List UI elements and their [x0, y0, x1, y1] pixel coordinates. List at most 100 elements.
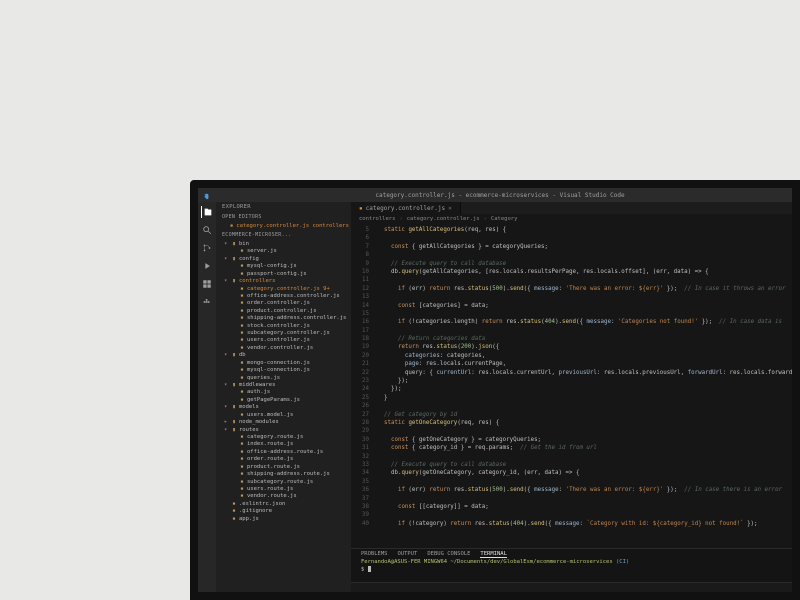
code-line[interactable]: [377, 251, 792, 259]
file-item[interactable]: ▪queries.js: [216, 375, 351, 382]
breadcrumb-segment[interactable]: controllers: [359, 216, 395, 222]
file-item[interactable]: ▪getPageParams.js: [216, 397, 351, 404]
file-item[interactable]: ▪product.route.js: [216, 464, 351, 471]
file-item[interactable]: ▪vendor.controller.js: [216, 345, 351, 352]
code-line[interactable]: });: [377, 385, 792, 393]
line-number: 14: [351, 302, 369, 310]
file-item[interactable]: ▪order.controller.js: [216, 300, 351, 307]
code-line[interactable]: [377, 293, 792, 301]
close-icon[interactable]: ×: [448, 205, 452, 212]
file-item[interactable]: ▪subcategory.route.js: [216, 479, 351, 486]
status-bar[interactable]: [351, 582, 792, 592]
open-editor-item[interactable]: ▪ category.controller.js controllers 9+: [216, 222, 351, 230]
source-control-icon[interactable]: [201, 242, 213, 254]
code-line[interactable]: // Get category by id: [377, 411, 792, 419]
code-line[interactable]: // Execute query to call database: [377, 260, 792, 268]
search-icon[interactable]: [201, 224, 213, 236]
code-line[interactable]: db.query(getOneCategory, category_id, (e…: [377, 469, 792, 477]
file-item[interactable]: ▪shipping-address.controller.js: [216, 315, 351, 322]
panel-tab[interactable]: DEBUG CONSOLE: [427, 551, 470, 558]
code-line[interactable]: static getAllCategories(req, res) {: [377, 226, 792, 234]
code-line[interactable]: query: { currentUrl: res.locals.currentU…: [377, 369, 792, 377]
terminal[interactable]: FernandoA@ASUS-FER MINGW64 ~/Documents/d…: [351, 558, 792, 582]
code-line[interactable]: if (!category) return res.status(404).se…: [377, 520, 792, 528]
file-item[interactable]: ▪shipping-address.route.js: [216, 471, 351, 478]
code-line[interactable]: [377, 511, 792, 519]
code-content[interactable]: static getAllCategories(req, res) { cons…: [373, 224, 792, 548]
code-line[interactable]: [377, 427, 792, 435]
folder-item[interactable]: ▾▮routes: [216, 427, 351, 434]
file-item[interactable]: ▪vendor.route.js: [216, 493, 351, 500]
explorer-icon[interactable]: [201, 206, 213, 218]
code-line[interactable]: [377, 310, 792, 318]
open-editors-header[interactable]: OPEN EDITORS: [216, 212, 351, 222]
folder-item[interactable]: ▸▮node_modules: [216, 419, 351, 426]
file-item[interactable]: ▪category.route.js: [216, 434, 351, 441]
file-item[interactable]: ▪category.controller.js 9+: [216, 286, 351, 293]
breadcrumb-segment[interactable]: category.controller.js: [407, 216, 480, 222]
code-line[interactable]: [377, 276, 792, 284]
file-item[interactable]: ▪product.controller.js: [216, 308, 351, 315]
file-item[interactable]: ▪auth.js: [216, 389, 351, 396]
file-item[interactable]: ▪office-address.route.js: [216, 449, 351, 456]
line-number: 6: [351, 234, 369, 242]
code-line[interactable]: });: [377, 377, 792, 385]
file-item[interactable]: ▪subcategory.controller.js: [216, 330, 351, 337]
code-line[interactable]: }: [377, 394, 792, 402]
editor-tab[interactable]: ▪ category.controller.js ×: [351, 202, 461, 214]
breadcrumb-segment[interactable]: Category: [491, 216, 518, 222]
code-line[interactable]: const [[category]] = data;: [377, 503, 792, 511]
file-item[interactable]: ▪mysql-config.js: [216, 263, 351, 270]
folder-item[interactable]: ▾▮config: [216, 256, 351, 263]
code-line[interactable]: [377, 234, 792, 242]
code-line[interactable]: const { category_id } = req.params; // G…: [377, 444, 792, 452]
folder-item[interactable]: ▾▮bin: [216, 241, 351, 248]
file-item[interactable]: ▪users.route.js: [216, 486, 351, 493]
file-item[interactable]: ▪stock.controller.js: [216, 323, 351, 330]
code-line[interactable]: [377, 327, 792, 335]
code-line[interactable]: const { getAllCategories } = categoryQue…: [377, 243, 792, 251]
breadcrumb[interactable]: controllers › category.controller.js › C…: [351, 214, 792, 224]
code-editor[interactable]: 5678910111213141516171819202122232425262…: [351, 224, 792, 548]
file-item[interactable]: ▪order.route.js: [216, 456, 351, 463]
folder-item[interactable]: ▾▮controllers: [216, 278, 351, 285]
project-header[interactable]: ECOMMERCE-MICROSER...: [216, 230, 351, 240]
folder-icon: ▮: [231, 256, 237, 263]
code-line[interactable]: const [categories] = data;: [377, 302, 792, 310]
docker-icon[interactable]: [201, 296, 213, 308]
folder-item[interactable]: ▾▮middlewares: [216, 382, 351, 389]
file-item[interactable]: ▪index.route.js: [216, 441, 351, 448]
file-item[interactable]: ▪users.controller.js: [216, 337, 351, 344]
panel-tab[interactable]: TERMINAL: [480, 551, 507, 558]
code-line[interactable]: const { getOneCategory } = categoryQueri…: [377, 436, 792, 444]
debug-icon[interactable]: [201, 260, 213, 272]
file-item[interactable]: ▪mongo-connection.js: [216, 360, 351, 367]
panel-tab[interactable]: OUTPUT: [398, 551, 418, 558]
code-line[interactable]: if (err) return res.status(500).send({ m…: [377, 285, 792, 293]
code-line[interactable]: if (err) return res.status(500).send({ m…: [377, 486, 792, 494]
code-line[interactable]: [377, 453, 792, 461]
code-line[interactable]: [377, 495, 792, 503]
code-line[interactable]: [377, 402, 792, 410]
file-item[interactable]: ▪office-address.controller.js: [216, 293, 351, 300]
code-line[interactable]: // Return categories data: [377, 335, 792, 343]
file-item[interactable]: ▪passport-config.js: [216, 271, 351, 278]
code-line[interactable]: return res.status(200).json({: [377, 343, 792, 351]
file-item[interactable]: ▪mysql-connection.js: [216, 367, 351, 374]
folder-item[interactable]: ▾▮db: [216, 352, 351, 359]
file-item[interactable]: ▪users.model.js: [216, 412, 351, 419]
code-line[interactable]: [377, 478, 792, 486]
code-line[interactable]: static getOneCategory(req, res) {: [377, 419, 792, 427]
extensions-icon[interactable]: [201, 278, 213, 290]
file-item[interactable]: ▪server.js: [216, 248, 351, 255]
file-item[interactable]: ▪app.js: [216, 516, 351, 523]
file-item[interactable]: ▪.eslintrc.json: [216, 501, 351, 508]
code-line[interactable]: page: res.locals.currentPage,: [377, 360, 792, 368]
code-line[interactable]: db.query(getAllCategories, [res.locals.r…: [377, 268, 792, 276]
code-line[interactable]: categories: categories,: [377, 352, 792, 360]
code-line[interactable]: // Execute query to call database: [377, 461, 792, 469]
code-line[interactable]: if (!categories.length) return res.statu…: [377, 318, 792, 326]
panel-tab[interactable]: PROBLEMS: [361, 551, 388, 558]
folder-item[interactable]: ▾▮models: [216, 404, 351, 411]
file-item[interactable]: ▪.gitignore: [216, 508, 351, 515]
